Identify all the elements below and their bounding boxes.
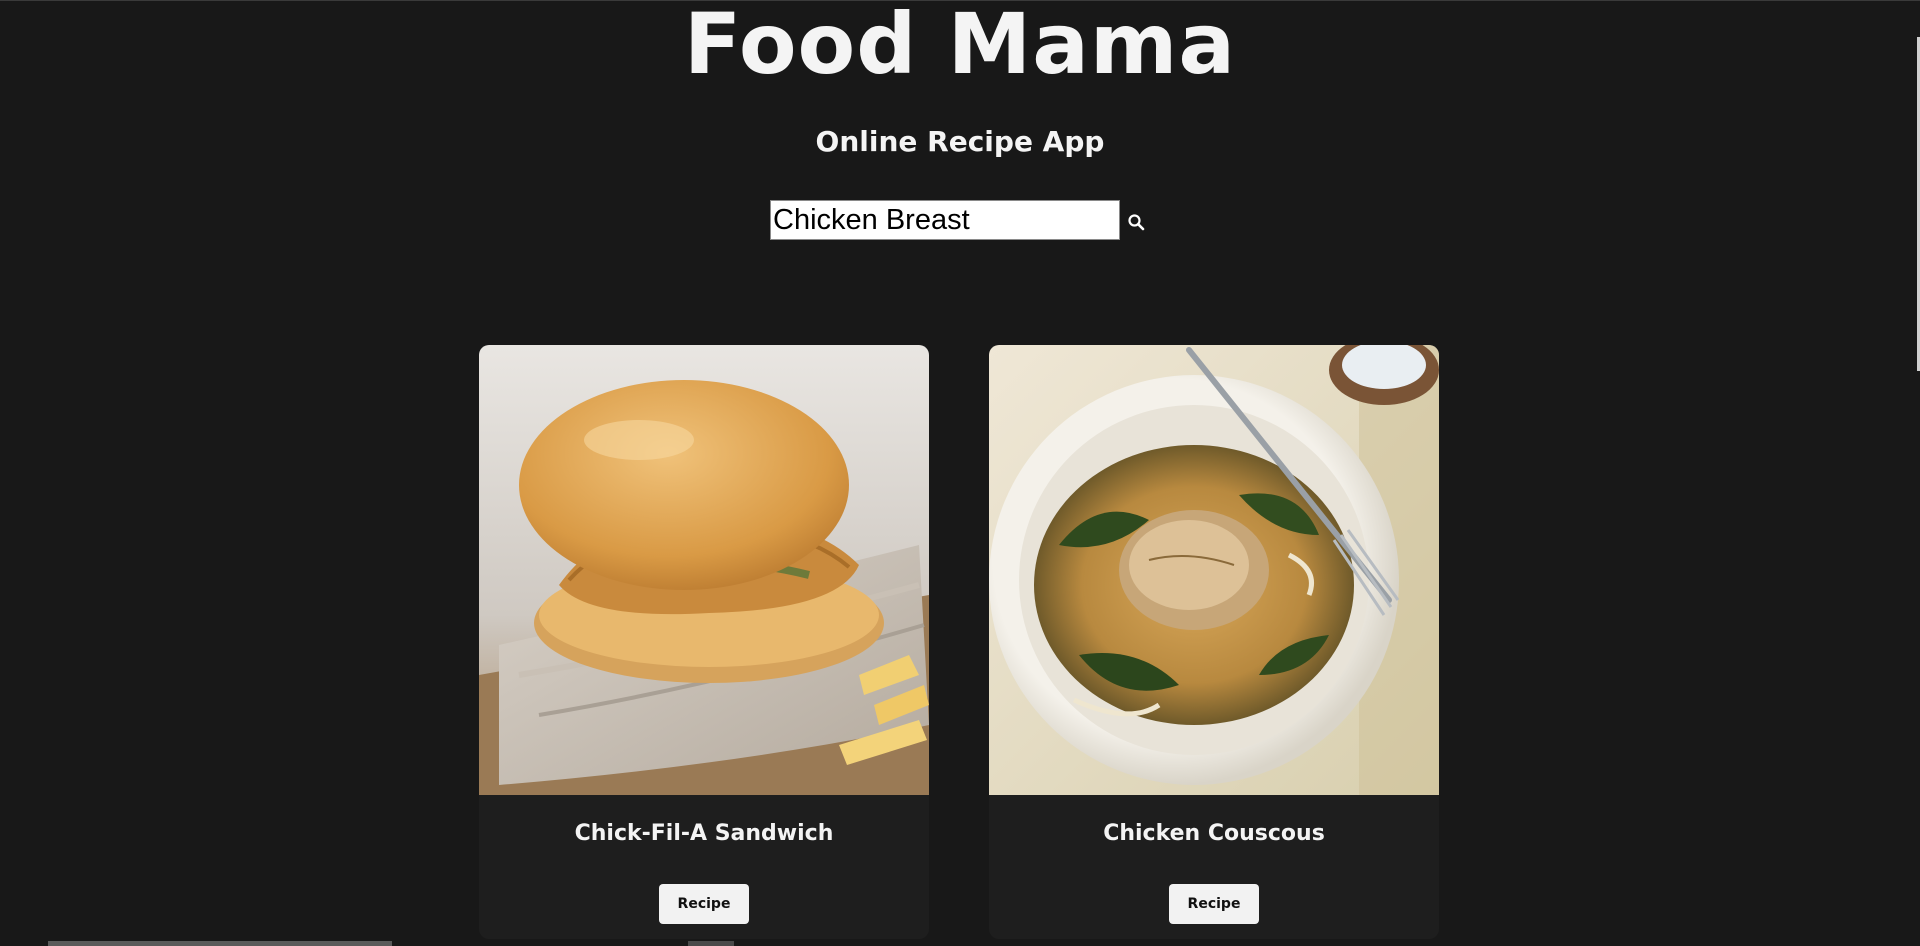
- search-icon: [1128, 213, 1145, 230]
- scrollbar-thumb[interactable]: [688, 941, 734, 946]
- recipe-card: Chicken Couscous Recipe: [989, 345, 1439, 939]
- search-button[interactable]: [1124, 211, 1148, 235]
- scrollbar-thumb[interactable]: [48, 941, 392, 946]
- site-subtitle: Online Recipe App: [815, 125, 1105, 158]
- recipe-title: Chick-Fil-A Sandwich: [574, 821, 834, 846]
- horizontal-scrollbar[interactable]: [0, 941, 1920, 946]
- chicken-sandwich-photo: [479, 345, 929, 795]
- site-title: Food Mama: [683, 0, 1237, 93]
- page: Food Mama Online Recipe App Chicken Brea…: [0, 0, 1920, 946]
- recipe-button[interactable]: Recipe: [1169, 884, 1259, 924]
- recipe-card: Chick-Fil-A Sandwich Recipe: [479, 345, 929, 939]
- recipe-button[interactable]: Recipe: [659, 884, 749, 924]
- search-input[interactable]: [770, 200, 1120, 240]
- chicken-couscous-photo: [989, 345, 1439, 795]
- recipe-title: Chicken Couscous: [1103, 821, 1325, 846]
- search-bar: [770, 200, 1148, 240]
